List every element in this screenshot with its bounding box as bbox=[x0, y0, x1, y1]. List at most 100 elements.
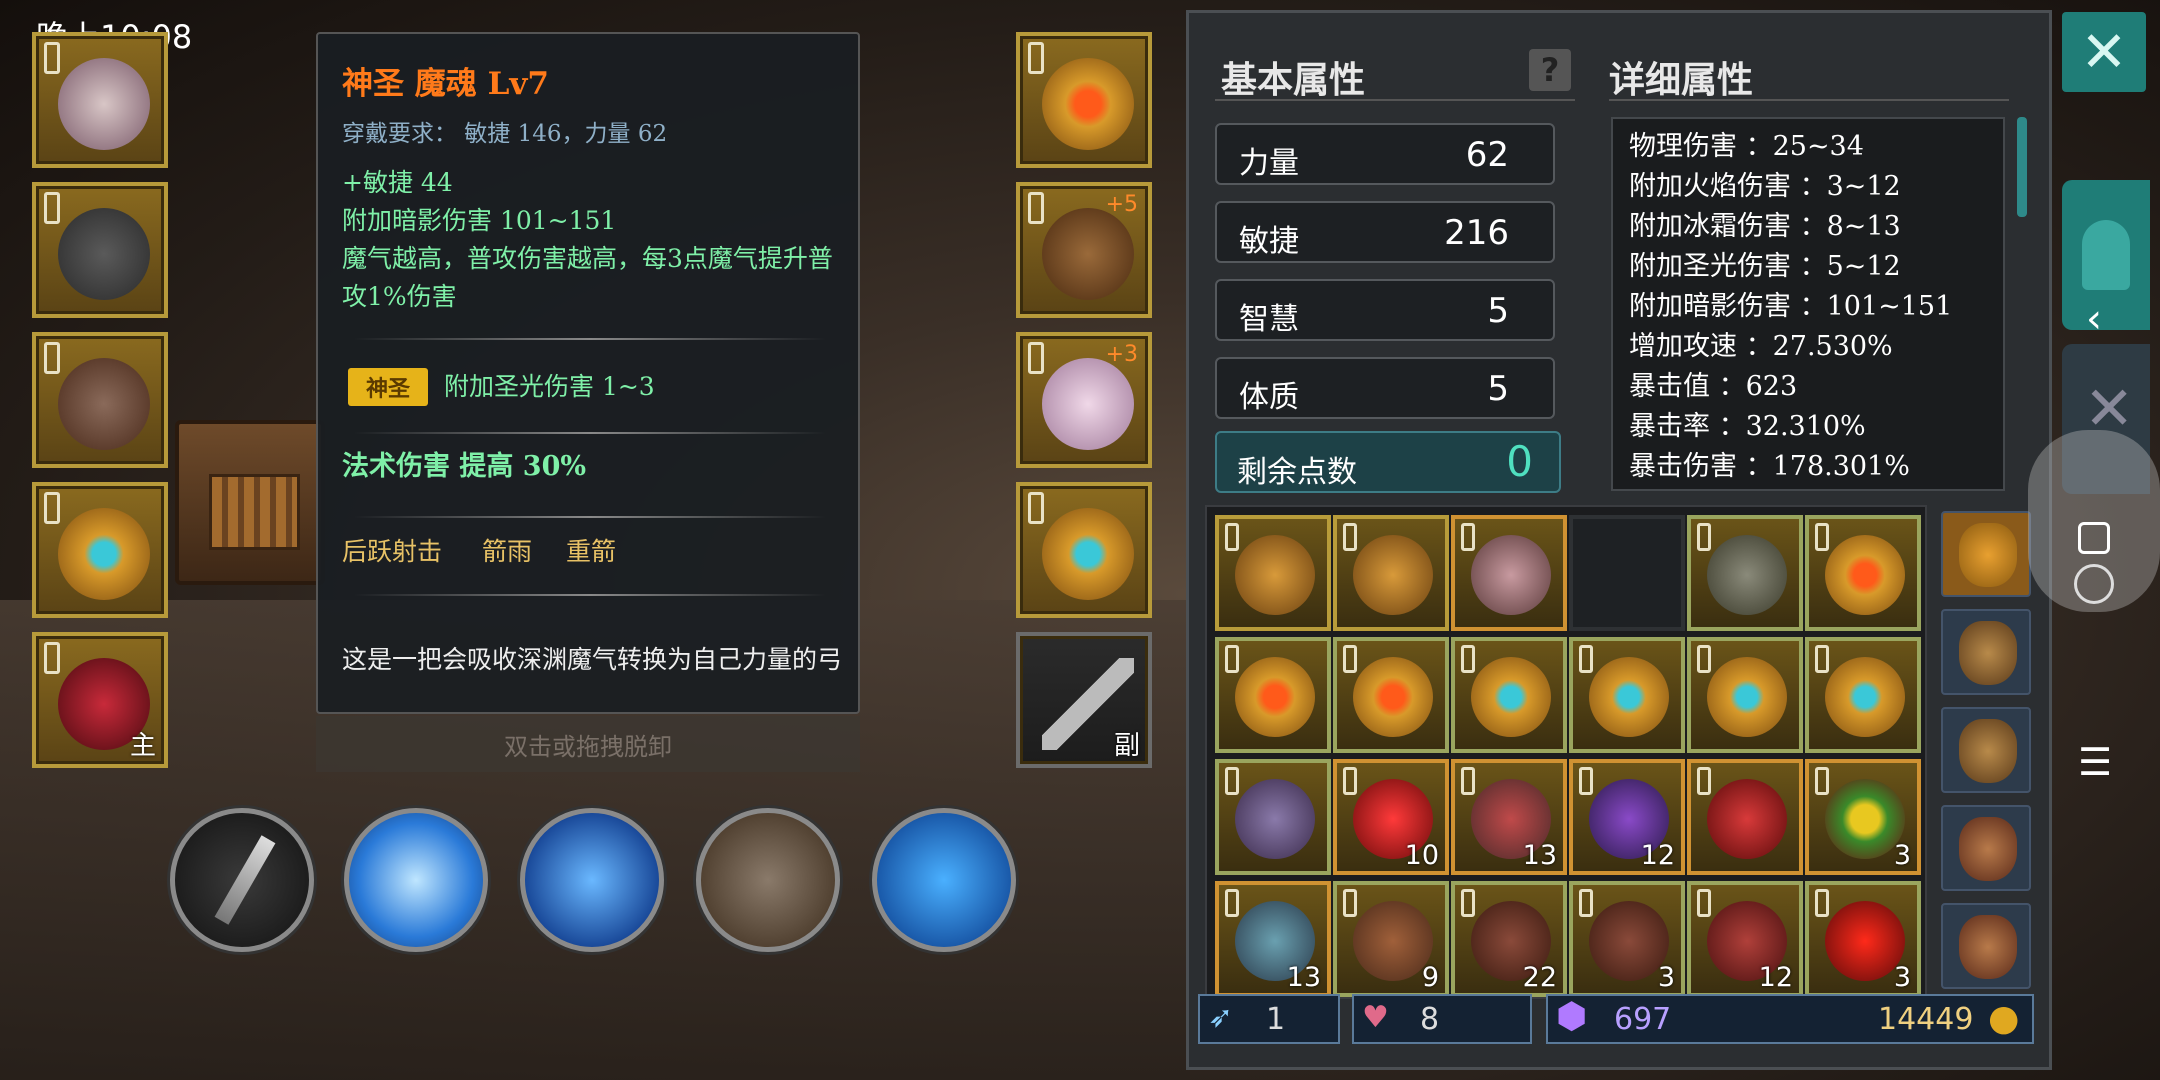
inventory-slot[interactable]: 13 bbox=[1215, 881, 1331, 997]
ring-icon bbox=[1589, 657, 1669, 737]
square-icon bbox=[2078, 522, 2110, 554]
ring-icon bbox=[58, 508, 150, 600]
inventory-slot[interactable] bbox=[1451, 637, 1567, 753]
inventory-slot[interactable]: 13 bbox=[1451, 759, 1567, 875]
lock-icon bbox=[44, 642, 60, 674]
inventory-slot[interactable]: 9 bbox=[1333, 881, 1449, 997]
attr-label: 力量 bbox=[1239, 146, 1299, 181]
equip-slot-amulet[interactable] bbox=[1016, 32, 1152, 168]
help-icon[interactable]: ? bbox=[1529, 49, 1571, 91]
bag-tab-3[interactable] bbox=[1941, 707, 2031, 793]
inventory-slot[interactable] bbox=[1687, 637, 1803, 753]
attr-strength: 力量 62 bbox=[1215, 123, 1555, 185]
inventory-slot[interactable] bbox=[1451, 515, 1567, 631]
inventory-slot[interactable]: 10 bbox=[1333, 759, 1449, 875]
item-count: 12 bbox=[1758, 962, 1793, 993]
divider bbox=[1609, 99, 2009, 101]
lock-icon bbox=[1461, 889, 1475, 917]
inventory-slot[interactable]: 3 bbox=[1805, 759, 1921, 875]
lock-icon bbox=[1225, 889, 1239, 917]
skill-backleap-button[interactable] bbox=[696, 808, 840, 952]
lock-icon bbox=[1225, 767, 1239, 795]
basic-attributes-title[interactable]: 基本属性 bbox=[1221, 51, 1365, 103]
unequip-hint[interactable]: 双击或拖拽脱卸 bbox=[316, 716, 860, 772]
divider bbox=[354, 594, 826, 596]
skill-arrow-button[interactable] bbox=[170, 808, 314, 952]
floating-assist-ball[interactable] bbox=[2028, 430, 2160, 612]
inventory-slot[interactable] bbox=[1333, 515, 1449, 631]
potion-icon: ♥ bbox=[1362, 1000, 1389, 1035]
inventory-slot[interactable] bbox=[1805, 515, 1921, 631]
skill-arrow-rain-button[interactable] bbox=[520, 808, 664, 952]
attr-value: 62 bbox=[1465, 135, 1509, 175]
inventory-slot[interactable] bbox=[1805, 637, 1921, 753]
inventory-slot[interactable]: 12 bbox=[1687, 881, 1803, 997]
equip-slot-ring-2[interactable] bbox=[1016, 482, 1152, 618]
amulet-icon bbox=[1825, 535, 1905, 615]
inventory-slot[interactable]: 12 bbox=[1569, 759, 1685, 875]
gloves-icon bbox=[1042, 208, 1134, 300]
lock-icon bbox=[1579, 767, 1593, 795]
bag-tab-2[interactable] bbox=[1941, 609, 2031, 695]
equip-slot-weapon[interactable]: 主 bbox=[32, 632, 168, 768]
detail-stat: 增加攻速 ：27.530% bbox=[1629, 331, 1893, 362]
skill-dash-button[interactable] bbox=[872, 808, 1016, 952]
remaining-value: 0 bbox=[1506, 437, 1533, 486]
skill-ice-burst-button[interactable] bbox=[344, 808, 488, 952]
leg-armor-icon bbox=[58, 358, 150, 450]
menu-icon[interactable]: ☰ bbox=[2078, 740, 2112, 784]
ring-icon bbox=[1042, 508, 1134, 600]
equip-slot-helmet[interactable] bbox=[32, 32, 168, 168]
lock-icon bbox=[1343, 645, 1357, 673]
equip-slot-chest[interactable] bbox=[32, 182, 168, 318]
lock-icon bbox=[1028, 342, 1044, 374]
inventory-slot[interactable] bbox=[1215, 515, 1331, 631]
helmet-icon bbox=[58, 58, 150, 150]
lock-icon bbox=[1461, 523, 1475, 551]
equip-slot-secondary[interactable]: 副 bbox=[1016, 632, 1152, 768]
equip-slot-ring[interactable] bbox=[32, 482, 168, 618]
lock-icon bbox=[1815, 645, 1829, 673]
attr-value: 216 bbox=[1444, 213, 1509, 253]
equip-slot-legs[interactable] bbox=[32, 332, 168, 468]
inventory-slot[interactable] bbox=[1215, 759, 1331, 875]
inventory-slot[interactable]: 22 bbox=[1451, 881, 1567, 997]
bag-tab-4[interactable] bbox=[1941, 805, 2031, 891]
pouch-icon bbox=[1235, 535, 1315, 615]
detail-stat: 物理伤害 ：25~34 bbox=[1629, 131, 1864, 162]
bag-tab-5[interactable] bbox=[1941, 903, 2031, 989]
bag-tab-main[interactable] bbox=[1941, 511, 2031, 597]
inventory-slot[interactable]: 3 bbox=[1569, 881, 1685, 997]
inventory-slot[interactable] bbox=[1333, 637, 1449, 753]
detail-stat: 附加暗影伤害 ：101~151 bbox=[1629, 291, 1953, 322]
inventory-slot[interactable] bbox=[1569, 515, 1685, 631]
detail-scrollbar[interactable] bbox=[2017, 117, 2027, 217]
equip-slot-boots[interactable]: +3 bbox=[1016, 332, 1152, 468]
item-count: 3 bbox=[1893, 840, 1911, 871]
detail-stat: 暴击率 ：32.310% bbox=[1629, 411, 1866, 442]
close-button[interactable]: ✕ bbox=[2062, 12, 2146, 92]
secondary-label: 副 bbox=[1113, 731, 1140, 761]
attr-wisdom: 智慧 5 bbox=[1215, 279, 1555, 341]
chevron-left-icon[interactable]: ‹ bbox=[2086, 296, 2102, 342]
attr-value: 5 bbox=[1487, 291, 1509, 331]
skill-name: 后跃射击 bbox=[342, 537, 443, 566]
inventory-slot[interactable] bbox=[1569, 637, 1685, 753]
tab-equipment[interactable] bbox=[2062, 180, 2150, 330]
inventory-slot[interactable] bbox=[1687, 759, 1803, 875]
item-count: 9 bbox=[1421, 962, 1439, 993]
currency-bar: ⬢ 697 14449 ● bbox=[1546, 994, 2034, 1044]
inventory-slot[interactable] bbox=[1687, 515, 1803, 631]
detail-attributes-title[interactable]: 详细属性 bbox=[1609, 51, 1753, 103]
chest-armor-icon bbox=[58, 208, 150, 300]
equip-slot-gloves[interactable]: +5 bbox=[1016, 182, 1152, 318]
inventory-slot[interactable]: 3 bbox=[1805, 881, 1921, 997]
item-title: 神圣 魔魂 Lv7 bbox=[342, 66, 549, 102]
detail-stats-list[interactable]: 物理伤害 ：25~34 附加火焰伤害 ：3~12 附加冰霜伤害 ：8~13 附加… bbox=[1611, 117, 2005, 491]
lock-icon bbox=[1343, 523, 1357, 551]
inventory-slot[interactable] bbox=[1215, 637, 1331, 753]
item-tooltip: 神圣 魔魂 Lv7 穿戴要求： 敏捷 146，力量 62 +敏捷 44 附加暗影… bbox=[316, 32, 860, 714]
treasure-chest[interactable] bbox=[175, 420, 325, 585]
attr-agility: 敏捷 216 bbox=[1215, 201, 1555, 263]
item-stat-line: +敏捷 44 bbox=[342, 168, 453, 197]
